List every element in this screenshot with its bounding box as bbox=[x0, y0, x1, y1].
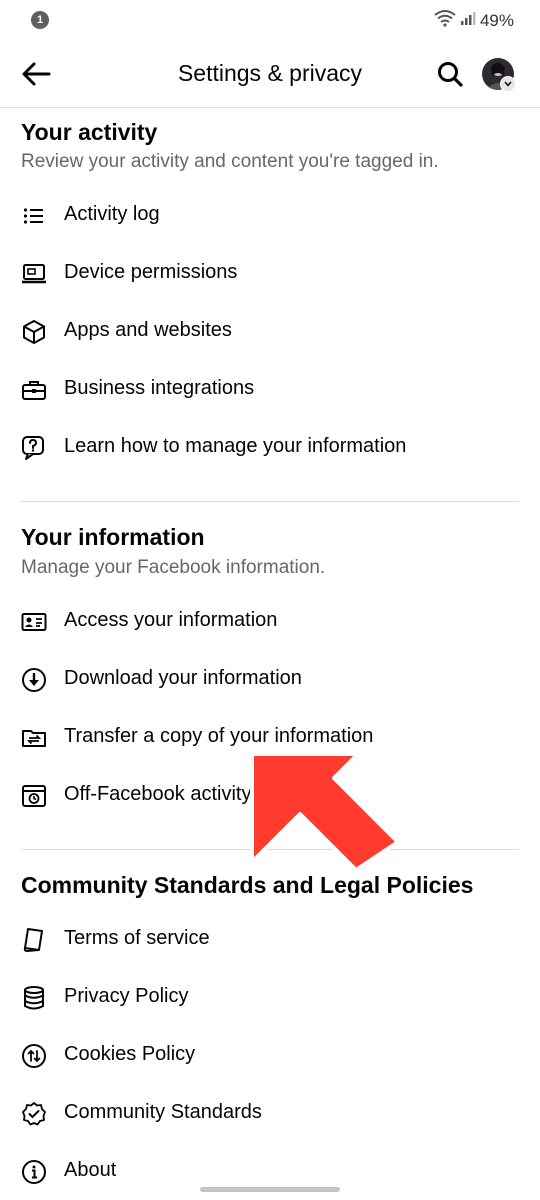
browser-history-icon bbox=[20, 782, 48, 810]
download-your-information-item[interactable]: Download your information bbox=[0, 652, 540, 706]
book-icon bbox=[20, 926, 48, 954]
your-activity-subtitle: Review your activity and content you're … bbox=[21, 151, 439, 172]
profile-menu-button[interactable] bbox=[482, 58, 516, 92]
item-label: Off-Facebook activity bbox=[64, 783, 252, 805]
database-icon bbox=[20, 984, 48, 1012]
business-integrations-item[interactable]: Business integrations bbox=[0, 362, 540, 416]
search-icon bbox=[438, 62, 463, 87]
item-label: Business integrations bbox=[64, 377, 255, 399]
community-standards-heading: Community Standards and Legal Policies bbox=[21, 872, 474, 898]
signal-icon bbox=[460, 10, 476, 31]
item-label: Privacy Policy bbox=[64, 985, 189, 1007]
your-information-heading: Your information bbox=[21, 524, 205, 550]
briefcase-icon bbox=[20, 376, 48, 404]
privacy-policy-item[interactable]: Privacy Policy bbox=[0, 970, 540, 1024]
item-label: Activity log bbox=[64, 203, 160, 225]
terms-of-service-item[interactable]: Terms of service bbox=[0, 912, 540, 966]
download-icon bbox=[20, 666, 48, 694]
section-divider bbox=[21, 501, 519, 502]
access-your-information-item[interactable]: Access your information bbox=[0, 594, 540, 648]
learn-manage-information-item[interactable]: Learn how to manage your information bbox=[0, 420, 540, 474]
item-label: Device permissions bbox=[64, 261, 238, 283]
item-label: Access your information bbox=[64, 609, 278, 631]
list-icon bbox=[20, 202, 48, 230]
chevron-down-icon bbox=[500, 76, 516, 92]
notification-count-badge: 1 bbox=[31, 11, 49, 29]
item-label: Community Standards bbox=[64, 1101, 262, 1123]
activity-log-item[interactable]: Activity log bbox=[0, 188, 540, 242]
apps-and-websites-item[interactable]: Apps and websites bbox=[0, 304, 540, 358]
item-label: Apps and websites bbox=[64, 319, 232, 341]
app-header: Settings & privacy bbox=[0, 40, 540, 108]
your-activity-heading: Your activity bbox=[21, 119, 158, 145]
help-bubble-icon bbox=[20, 434, 48, 462]
item-label: Transfer a copy of your information bbox=[64, 725, 374, 747]
wifi-icon bbox=[434, 9, 456, 32]
device-permissions-item[interactable]: Device permissions bbox=[0, 246, 540, 300]
folder-transfer-icon bbox=[20, 724, 48, 752]
search-button[interactable] bbox=[434, 58, 466, 90]
section-divider bbox=[21, 849, 519, 850]
home-indicator bbox=[200, 1187, 340, 1192]
cookies-policy-item[interactable]: Cookies Policy bbox=[0, 1028, 540, 1082]
info-icon bbox=[20, 1158, 48, 1186]
community-standards-item[interactable]: Community Standards bbox=[0, 1086, 540, 1140]
id-card-icon bbox=[20, 608, 48, 636]
item-label: Download your information bbox=[64, 667, 302, 689]
cookies-icon bbox=[20, 1042, 48, 1070]
your-information-subtitle: Manage your Facebook information. bbox=[21, 557, 326, 578]
battery-percentage: 49% bbox=[479, 10, 514, 30]
transfer-copy-information-item[interactable]: Transfer a copy of your information bbox=[0, 710, 540, 764]
status-bar: 1 49% bbox=[0, 0, 540, 40]
item-label: Learn how to manage your information bbox=[64, 435, 407, 457]
badge-check-icon bbox=[20, 1100, 48, 1128]
cube-icon bbox=[20, 318, 48, 346]
item-label: Terms of service bbox=[64, 927, 210, 949]
device-icon bbox=[20, 260, 48, 288]
item-label: About bbox=[64, 1159, 117, 1181]
item-label: Cookies Policy bbox=[64, 1043, 196, 1065]
off-facebook-activity-item[interactable]: Off-Facebook activity bbox=[0, 768, 540, 822]
